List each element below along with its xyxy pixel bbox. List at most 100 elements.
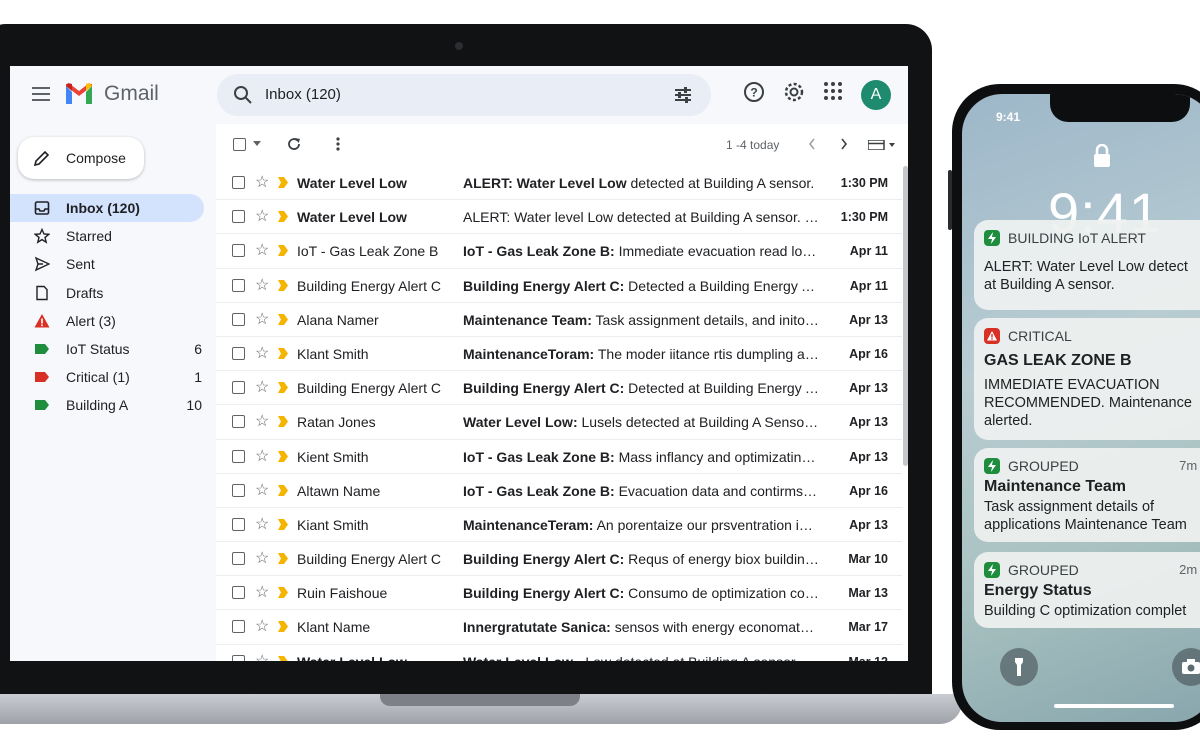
scrollbar-thumb[interactable] xyxy=(903,166,908,466)
select-all-checkbox[interactable] xyxy=(233,138,246,151)
star-icon[interactable]: ☆ xyxy=(255,446,269,466)
table-row[interactable]: ☆ Building Energy Alert C Building Energ… xyxy=(216,269,902,303)
row-checkbox[interactable] xyxy=(232,449,245,463)
importance-marker-icon[interactable] xyxy=(278,621,288,633)
row-checkbox[interactable] xyxy=(232,654,245,661)
table-row[interactable]: ☆ Kient Smith IoT - Gas Leak Zone B: Mas… xyxy=(216,440,902,474)
importance-marker-icon[interactable] xyxy=(278,347,288,359)
importance-marker-icon[interactable] xyxy=(278,518,288,530)
search-input[interactable]: Inbox (120) xyxy=(265,86,341,103)
table-row[interactable]: ☆ Klant Smith MaintenanceToram: The mode… xyxy=(216,337,902,372)
notification-card[interactable]: GROUPED 2m a Energy Status Building C opti… xyxy=(974,552,1200,628)
row-checkbox[interactable] xyxy=(232,346,245,360)
sidebar-item-inbox-120[interactable]: Inbox (120) xyxy=(10,194,204,223)
table-row[interactable]: ☆ Water Level Low ALERT: Water Level Low… xyxy=(216,166,902,201)
sidebar-item-building-a[interactable]: Building A 10 xyxy=(10,391,216,419)
sidebar-item-drafts[interactable]: Drafts xyxy=(10,279,216,307)
table-row[interactable]: ☆ IoT - Gas Leak Zone B IoT - Gas Leak Z… xyxy=(216,234,902,269)
star-icon[interactable]: ☆ xyxy=(255,206,269,226)
table-row[interactable]: ☆ Building Energy Alert C Building Energ… xyxy=(216,542,902,577)
star-icon[interactable]: ☆ xyxy=(255,343,269,363)
notification-card[interactable]: GROUPED 7m a Maintenance Team Task assignm… xyxy=(974,448,1200,542)
row-checkbox[interactable] xyxy=(232,620,245,634)
table-row[interactable]: ☆ Ruin Faishoue Building Energy Alert C:… xyxy=(216,576,902,611)
row-checkbox[interactable] xyxy=(232,278,245,292)
importance-marker-icon[interactable] xyxy=(278,382,288,394)
notification-card[interactable]: BUILDING IoT ALERT nALERT: Water Level L… xyxy=(974,220,1200,310)
sidebar-item-sent[interactable]: Sent xyxy=(10,250,216,278)
table-row[interactable]: ☆ Ratan Jones Water Level Low: Lusels de… xyxy=(216,405,902,440)
table-row[interactable]: ☆ Water Level Low ALERT: Water level Low… xyxy=(216,200,902,235)
notification-time: 7m a xyxy=(1179,458,1200,473)
row-checkbox[interactable] xyxy=(232,312,245,326)
help-icon[interactable]: ? xyxy=(743,81,765,103)
camera-button[interactable] xyxy=(1172,648,1200,686)
table-row[interactable]: ☆ Klant Name Innergratutate Sanica: sens… xyxy=(216,610,902,645)
sidebar-item-alert-3[interactable]: Alert (3) xyxy=(10,307,216,335)
chevron-left-icon[interactable] xyxy=(808,138,816,150)
menu-icon[interactable] xyxy=(32,87,50,101)
star-icon[interactable]: ☆ xyxy=(255,514,269,534)
table-row[interactable]: ☆ Alana Namer Maintenance Team: Task ass… xyxy=(216,303,902,337)
sidebar-item-iot-status[interactable]: IoT Status 6 xyxy=(10,335,216,363)
gmail-logo-icon[interactable] xyxy=(64,82,94,106)
notification-body-line: alerted. xyxy=(984,413,1033,429)
row-checkbox[interactable] xyxy=(232,517,245,531)
search-icon[interactable] xyxy=(233,85,253,105)
importance-marker-icon[interactable] xyxy=(278,484,288,496)
row-checkbox[interactable] xyxy=(232,381,245,395)
row-checkbox[interactable] xyxy=(232,176,245,189)
label-icon xyxy=(34,369,50,385)
importance-marker-icon[interactable] xyxy=(278,313,288,325)
apps-grid-icon[interactable] xyxy=(823,81,843,101)
table-row[interactable]: ☆ Altawn Name IoT - Gas Leak Zone B: Eva… xyxy=(216,474,902,508)
importance-marker-icon[interactable] xyxy=(278,416,288,428)
more-vertical-icon[interactable] xyxy=(336,136,340,152)
importance-marker-icon[interactable] xyxy=(278,245,288,257)
row-checkbox[interactable] xyxy=(232,415,245,429)
star-icon[interactable]: ☆ xyxy=(255,548,269,568)
chevron-down-icon[interactable] xyxy=(253,141,261,147)
table-row[interactable]: ☆ Water Level Low Water Level Low - Low … xyxy=(216,645,902,661)
star-icon[interactable]: ☆ xyxy=(255,616,269,636)
importance-marker-icon[interactable] xyxy=(278,450,288,462)
importance-marker-icon[interactable] xyxy=(278,211,288,223)
importance-marker-icon[interactable] xyxy=(278,553,288,565)
search-options-icon[interactable] xyxy=(673,85,693,105)
star-icon[interactable]: ☆ xyxy=(255,172,269,192)
row-checkbox[interactable] xyxy=(232,483,245,497)
row-checkbox[interactable] xyxy=(232,244,245,258)
importance-marker-icon[interactable] xyxy=(278,177,288,188)
sidebar-item-starred[interactable]: Starred xyxy=(10,222,216,250)
star-icon[interactable]: ☆ xyxy=(255,651,269,661)
star-icon[interactable]: ☆ xyxy=(255,275,269,295)
star-icon[interactable]: ☆ xyxy=(255,582,269,602)
notification-card[interactable]: CRITICAL nGAS LEAK ZONE BIMMEDIATE EVACU… xyxy=(974,318,1200,440)
density-icon[interactable] xyxy=(868,140,898,150)
row-checkbox[interactable] xyxy=(232,586,245,600)
search-bar[interactable]: Inbox (120) xyxy=(217,74,711,116)
table-row[interactable]: ☆ Kiant Smith MaintenanceTeram: An poren… xyxy=(216,508,902,543)
refresh-icon[interactable] xyxy=(286,136,302,152)
chevron-right-icon[interactable] xyxy=(840,138,848,150)
compose-button[interactable]: Compose xyxy=(18,137,144,179)
importance-marker-icon[interactable] xyxy=(278,279,288,291)
importance-marker-icon[interactable] xyxy=(278,655,288,661)
row-date: Apr 13 xyxy=(849,449,888,464)
star-icon[interactable]: ☆ xyxy=(255,377,269,397)
flashlight-button[interactable] xyxy=(1000,648,1038,686)
importance-marker-icon[interactable] xyxy=(278,587,288,599)
star-icon[interactable]: ☆ xyxy=(255,411,269,431)
sidebar-item-critical-1[interactable]: Critical (1) 1 xyxy=(10,363,216,391)
row-snippet: Detected a Building Energy Alert ... xyxy=(628,277,819,294)
star-icon[interactable]: ☆ xyxy=(255,240,269,260)
star-icon[interactable]: ☆ xyxy=(255,480,269,500)
account-avatar[interactable]: A xyxy=(861,80,891,110)
table-row[interactable]: ☆ Building Energy Alert C Building Energ… xyxy=(216,371,902,406)
row-checkbox[interactable] xyxy=(232,210,245,224)
row-checkbox[interactable] xyxy=(232,552,245,566)
row-sender: IoT - Gas Leak Zone B xyxy=(297,243,439,260)
star-icon[interactable]: ☆ xyxy=(255,309,269,329)
home-indicator[interactable] xyxy=(1054,704,1174,708)
settings-gear-icon[interactable] xyxy=(783,81,805,103)
